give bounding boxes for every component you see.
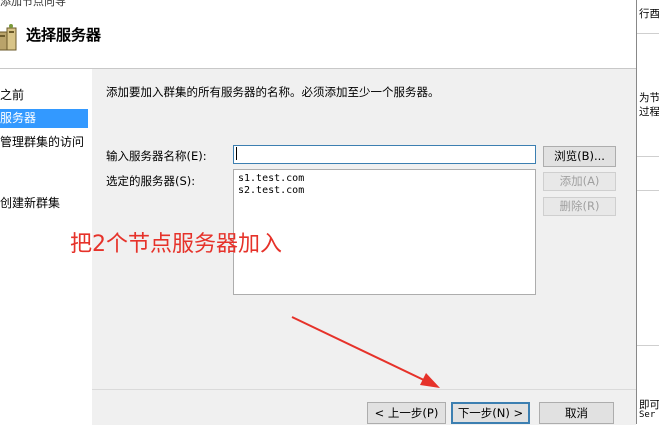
background-window: 行酉 为节 过程 即可 Ser (636, 0, 659, 424)
selected-servers-label: 选定的服务器(S): (106, 174, 196, 188)
page-title: 选择服务器 (26, 26, 102, 44)
server-name-input[interactable] (233, 145, 536, 164)
remove-button[interactable]: 删除(R) (543, 197, 616, 216)
step-create-cluster[interactable]: 创建新群集 (0, 194, 88, 213)
background-text: Ser (639, 410, 656, 420)
step-select-servers[interactable]: 服务器 (0, 109, 88, 128)
browse-button[interactable]: 浏览(B)... (543, 146, 616, 167)
background-divider (637, 190, 659, 191)
cancel-button[interactable]: 取消 (539, 402, 614, 424)
instruction-text: 添加要加入群集的所有服务器的名称。必须添加至少一个服务器。 (106, 85, 440, 99)
background-text: 过程 (639, 106, 659, 118)
annotation-text: 把2个节点服务器加入 (70, 232, 282, 257)
server-name-label: 输入服务器名称(E): (106, 149, 207, 163)
background-divider (637, 156, 659, 157)
list-item[interactable]: s2.test.com (238, 185, 304, 196)
text-caret (236, 147, 237, 160)
window-title: 添加节点向导 (0, 0, 66, 8)
server-cluster-icon (0, 24, 17, 51)
add-button[interactable]: 添加(A) (543, 172, 616, 191)
list-item[interactable]: s1.test.com (238, 173, 304, 184)
background-divider (637, 345, 659, 346)
background-text: 为节 (639, 92, 659, 104)
step-before-you-begin[interactable]: 之前 (0, 86, 88, 105)
background-divider (637, 33, 659, 34)
background-text: 行酉 (639, 8, 659, 20)
previous-button[interactable]: < 上一步(P) (367, 402, 446, 424)
step-access-point[interactable]: 管理群集的访问 (0, 133, 88, 152)
next-button[interactable]: 下一步(N) > (451, 402, 530, 424)
